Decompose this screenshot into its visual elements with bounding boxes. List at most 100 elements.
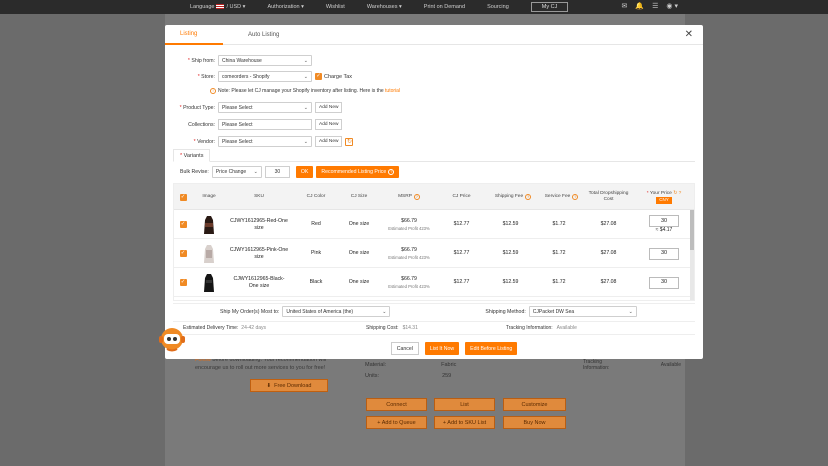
shipping-info-row: Estimated Delivery Time: 24-42 days Ship… xyxy=(173,321,695,335)
collections-input[interactable]: Please Select xyxy=(218,119,312,130)
user-avatar-icon[interactable]: ◉ ▾ xyxy=(666,2,678,10)
ship-destination-select[interactable]: United States of America (the) ⌄ xyxy=(282,306,391,317)
shipping-fee-cell: $12.59 xyxy=(502,221,519,227)
top-nav-bar: Language / USD ▾ Authorization ▾ Wishlist… xyxy=(0,0,828,14)
add-new-vendor-button[interactable]: Add New xyxy=(315,136,343,147)
color-cell: Pink xyxy=(310,250,322,256)
bulk-revise-mode-select[interactable]: Price Change ⌄ xyxy=(211,166,262,178)
charge-tax-label: Charge Tax xyxy=(324,73,353,80)
connect-button[interactable]: Connect xyxy=(366,398,427,411)
tutorial-link[interactable]: tutorial xyxy=(385,88,400,94)
table-row: ✓ CJWY1612965-Pink-One size Pink One siz… xyxy=(174,239,694,268)
cancel-button[interactable]: Cancel xyxy=(390,342,419,355)
list-button[interactable]: List xyxy=(434,398,495,411)
total-cost-cell: $27.08 xyxy=(600,221,617,227)
chevron-down-icon: ⌄ xyxy=(628,308,633,315)
col-image: Image xyxy=(202,194,216,199)
list-it-now-button[interactable]: List It Now xyxy=(424,342,460,355)
chevron-down-icon: ⌄ xyxy=(253,169,258,175)
store-select[interactable]: comeorders - Shopify ⌄ xyxy=(218,71,312,82)
row-checkbox[interactable]: ✓ xyxy=(179,221,187,228)
bulk-ok-button[interactable]: OK xyxy=(295,166,314,178)
tab-variants[interactable]: * Variants xyxy=(173,149,211,162)
add-to-queue-button[interactable]: + Add to Queue xyxy=(366,416,427,429)
col-sku: SKU xyxy=(254,194,264,199)
help-icon[interactable]: ? xyxy=(679,191,682,196)
ship-from-select[interactable]: China Warehouse ⌄ xyxy=(218,55,312,66)
buy-now-button[interactable]: Buy Now xyxy=(503,416,566,429)
vendor-select[interactable]: Please Select ⌄ xyxy=(218,136,312,147)
currency-badge[interactable]: CNY xyxy=(656,196,672,204)
cj-price-cell: $12.77 xyxy=(453,279,470,285)
table-scrollbar[interactable] xyxy=(690,210,694,300)
add-to-sku-list-button[interactable]: + Add to SKU List xyxy=(434,416,495,429)
collections-row: Collections: Please Select Add New xyxy=(165,119,343,130)
table-row: ✓ CJWY1612965-Red-One size Red One size … xyxy=(174,210,694,239)
shipping-method-select[interactable]: CJPacket DW Sea ⌄ xyxy=(528,306,637,317)
color-cell: Black xyxy=(309,279,323,285)
chat-icon[interactable]: ☰ xyxy=(652,2,658,10)
sku-cell: CJWY1612965-Pink-One size xyxy=(229,246,289,260)
size-cell: One size xyxy=(348,279,370,285)
tab-listing[interactable]: Listing xyxy=(165,25,223,45)
product-type-select[interactable]: Please Select ⌄ xyxy=(218,102,312,113)
table-row: ✓ CJWY1612965-Black-One size Black One s… xyxy=(174,268,694,297)
print-on-demand-link[interactable]: Print on Demand xyxy=(424,4,465,10)
my-cj-button[interactable]: My CJ xyxy=(530,2,569,12)
top-icons: ✉ 🔔 ☰ ◉ ▾ xyxy=(622,2,678,10)
col-total-cost: Total Dropshipping Cost xyxy=(588,191,629,202)
chevron-down-icon: ⌄ xyxy=(303,73,308,80)
free-download-button[interactable]: ⬇ Free Download xyxy=(250,379,328,392)
shipping-method-label: Shipping Method: xyxy=(485,308,526,315)
service-fee-cell: $1.72 xyxy=(552,221,566,227)
variants-tab-bar: * Variants xyxy=(173,149,695,162)
message-icon[interactable]: ✉ xyxy=(622,2,628,10)
store-row: * Store: comeorders - Shopify ⌄ ✓ Charge … xyxy=(165,71,352,82)
recommended-price-button[interactable]: Recommended Listing Price? xyxy=(316,166,400,178)
support-robot-icon[interactable] xyxy=(157,325,187,353)
authorization-menu[interactable]: Authorization ▾ xyxy=(267,4,303,10)
cj-price-cell: $12.77 xyxy=(453,250,470,256)
info-icon: ! xyxy=(210,88,216,94)
edit-before-listing-button[interactable]: Edit Before Listing xyxy=(465,342,518,355)
wishlist-link[interactable]: Wishlist xyxy=(326,4,345,10)
your-price-input[interactable]: 30 xyxy=(649,215,679,227)
bell-icon[interactable]: 🔔 xyxy=(635,2,644,10)
col-your-price: * Your Price ↻ ? CNY xyxy=(646,190,682,204)
tab-auto-listing[interactable]: Auto Listing xyxy=(223,25,293,45)
help-icon[interactable]: ? xyxy=(525,194,532,200)
refresh-icon[interactable]: ↻ xyxy=(673,191,677,196)
add-new-product-type-button[interactable]: Add New xyxy=(315,102,343,113)
row-checkbox[interactable]: ✓ xyxy=(179,279,187,286)
help-icon[interactable]: ? xyxy=(413,194,420,200)
select-all-checkbox[interactable]: ✓ xyxy=(179,193,187,201)
refresh-icon[interactable]: ↻ xyxy=(345,137,354,146)
ship-from-row: * Ship from: China Warehouse ⌄ xyxy=(165,55,312,66)
background-attributes: Material: Fabric Units: 259 xyxy=(365,362,457,379)
shipping-options-row: Ship My Order(s) Most to: United States … xyxy=(173,303,695,319)
shipping-fee-cell: $12.59 xyxy=(502,279,519,285)
sku-cell: CJWY1612965-Black-One size xyxy=(233,275,285,289)
msrp-cell: $66.79 Estimated Profit 423% xyxy=(388,217,430,231)
top-nav: Language / USD ▾ Authorization ▾ Wishlist… xyxy=(190,0,569,14)
language-selector[interactable]: Language / USD ▾ xyxy=(190,4,245,10)
shipping-cost-value: $14.31 xyxy=(402,325,418,331)
add-new-collection-button[interactable]: Add New xyxy=(315,119,343,130)
help-icon[interactable]: ? xyxy=(572,194,579,200)
sku-cell: CJWY1612965-Red-One size xyxy=(230,217,288,231)
warehouses-menu[interactable]: Warehouses ▾ xyxy=(367,4,402,10)
your-price-input[interactable]: 30 xyxy=(649,247,679,260)
sourcing-link[interactable]: Sourcing xyxy=(487,4,509,10)
close-icon[interactable]: ✕ xyxy=(685,30,693,40)
charge-tax-checkbox[interactable]: ✓ xyxy=(315,73,322,80)
col-cj-size: CJ Size xyxy=(350,194,368,199)
row-checkbox[interactable]: ✓ xyxy=(179,250,187,257)
customize-button[interactable]: Customize xyxy=(503,398,566,411)
your-price-input[interactable]: 30 xyxy=(649,276,679,289)
bulk-revise-value-input[interactable]: 30 xyxy=(264,166,290,178)
product-type-row: * Product Type: Please Select ⌄ Add New xyxy=(165,102,343,113)
color-cell: Red xyxy=(311,221,321,227)
product-image xyxy=(204,273,214,292)
delivery-time-value: 24-42 days xyxy=(241,325,267,331)
us-flag-icon xyxy=(216,4,225,10)
